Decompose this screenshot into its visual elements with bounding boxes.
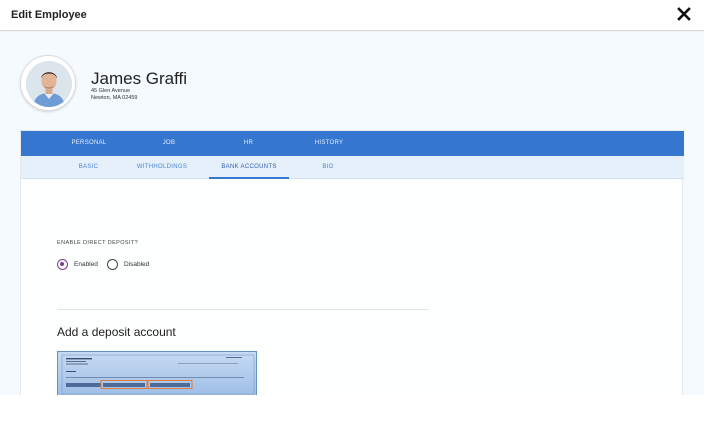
tab-bank-accounts[interactable]: BANK ACCOUNTS [209,156,289,179]
modal-footer-area [0,395,704,423]
secondary-tab-bar: BASIC WITHHOLDINGS BANK ACCOUNTS BIO [21,156,684,179]
avatar [26,61,72,107]
sample-check-image [57,351,257,396]
close-icon[interactable] [676,6,692,22]
tab-history[interactable]: HISTORY [309,131,349,156]
disabled-radio-label[interactable]: Disabled [124,261,149,268]
direct-deposit-label: ENABLE DIRECT DEPOSIT? [57,240,139,246]
disabled-radio[interactable] [107,259,118,270]
address-line-1: 45 Glen Avenue [91,88,131,94]
tab-withholdings[interactable]: WITHHOLDINGS [127,156,197,179]
modal-title: Edit Employee [11,9,87,21]
address-line-2: Newton, MA 02459 [91,95,138,101]
tab-hr[interactable]: HR [236,131,261,156]
tab-job[interactable]: JOB [154,131,184,156]
enabled-radio-label[interactable]: Enabled [74,261,98,268]
modal-body: James Graffi 45 Glen Avenue Newton, MA 0… [0,32,704,396]
employee-address: 45 Glen Avenue Newton, MA 02459 [91,88,137,102]
tab-basic[interactable]: BASIC [71,156,106,179]
primary-tab-bar: PERSONAL JOB HR HISTORY [21,131,684,156]
deposit-section-title: Add a deposit account [57,325,176,339]
tab-bio[interactable]: BIO [316,156,340,179]
avatar-frame [20,55,76,111]
active-tab-indicator [209,177,289,179]
employee-name: James Graffi [91,69,188,88]
section-divider [57,309,429,310]
tab-personal[interactable]: PERSONAL [69,131,109,156]
enabled-radio[interactable] [57,259,68,270]
modal-header: Edit Employee [0,0,704,31]
employee-form-card: PERSONAL JOB HR HISTORY BASIC WITHHOLDIN… [20,130,684,396]
